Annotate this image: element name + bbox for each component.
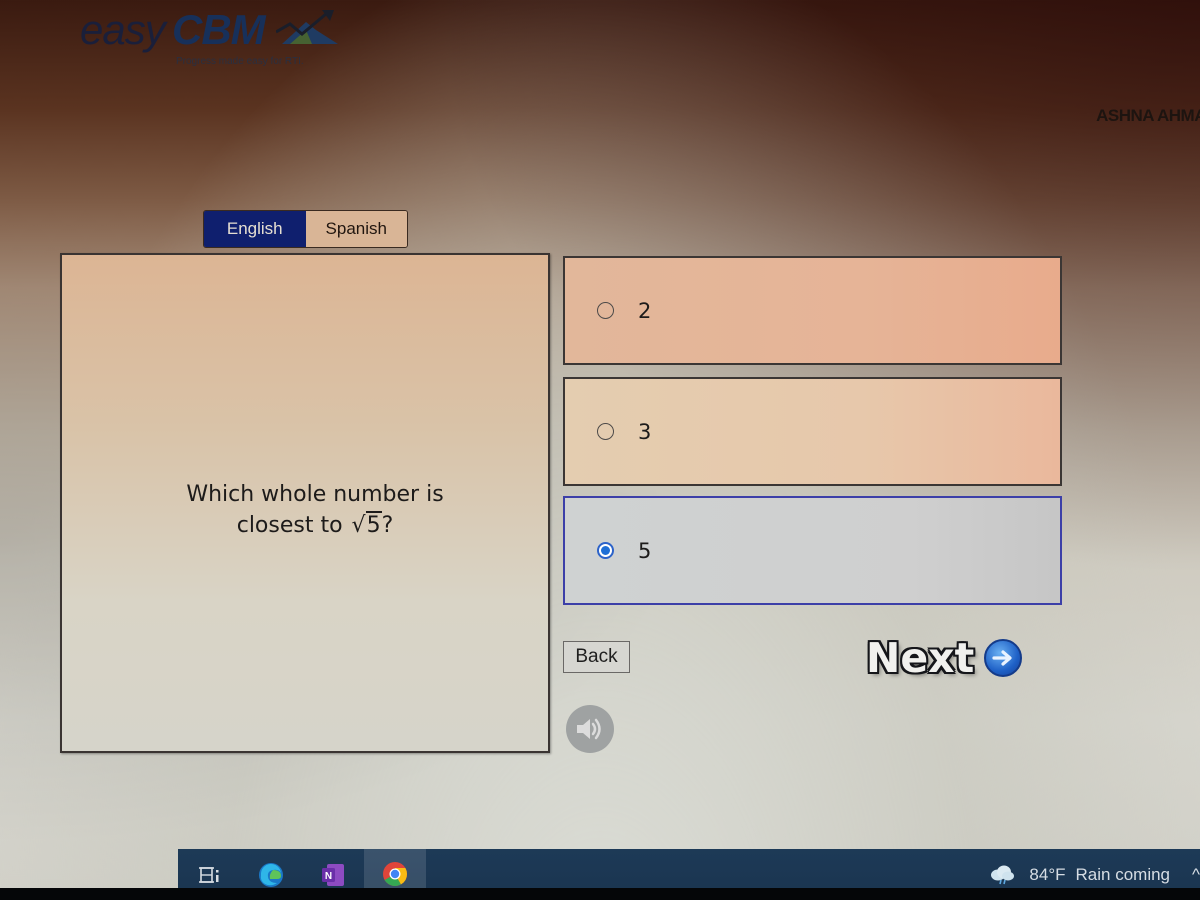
language-toggle: English Spanish xyxy=(203,210,408,248)
logo-tagline: Progress made easy for RTI. xyxy=(176,56,304,67)
rain-cloud-icon[interactable] xyxy=(989,864,1015,886)
next-label: Next xyxy=(866,634,975,682)
weather-condition[interactable]: Rain coming xyxy=(1076,865,1171,885)
spanish-button[interactable]: Spanish xyxy=(305,211,407,247)
logo-text-cbm: CBM xyxy=(172,6,266,53)
arrow-right-circle-icon xyxy=(984,639,1023,677)
radio-button-checked[interactable] xyxy=(597,542,614,559)
english-button[interactable]: English xyxy=(204,211,306,247)
radicand: 5 xyxy=(365,511,382,538)
chrome-icon xyxy=(383,861,407,886)
radical-symbol: √ xyxy=(351,513,366,538)
weather-temperature[interactable]: 84°F xyxy=(1029,865,1065,885)
question-text: Which whole number is closest to √5? xyxy=(186,479,444,541)
question-line-1: Which whole number is xyxy=(186,482,444,507)
speaker-icon xyxy=(577,718,601,740)
answer-choice-selected[interactable]: 5 xyxy=(563,496,1062,605)
question-mark: ? xyxy=(381,513,394,538)
radio-button[interactable] xyxy=(597,302,614,319)
show-hidden-icons-chevron-icon[interactable]: ^ xyxy=(1192,865,1200,885)
logo-text-easy: easy xyxy=(80,6,166,53)
back-button[interactable]: Back xyxy=(563,641,630,673)
square-root-expression: √5 xyxy=(350,510,382,541)
onenote-letter: N xyxy=(325,871,332,882)
answer-choice[interactable]: 3 xyxy=(563,377,1062,486)
onenote-icon: N xyxy=(322,863,344,886)
audio-play-button[interactable] xyxy=(566,705,614,753)
answer-label: 3 xyxy=(638,419,652,444)
answer-label: 2 xyxy=(638,298,652,323)
next-button[interactable]: Next xyxy=(866,634,1023,682)
screen-bezel xyxy=(0,888,1200,900)
answer-choice[interactable]: 2 xyxy=(563,256,1062,365)
task-view-icon xyxy=(199,866,219,883)
question-panel: Which whole number is closest to √5? xyxy=(60,253,550,753)
logo-mountain-arrow-icon xyxy=(276,10,338,44)
answer-label: 5 xyxy=(638,538,652,563)
question-line-2-prefix: closest to xyxy=(236,513,350,538)
user-name: ASHNA AHMA xyxy=(1096,106,1200,125)
radio-button[interactable] xyxy=(597,423,614,440)
edge-icon xyxy=(259,862,283,887)
easycbm-logo: easy CBM Progress made easy for RTI. xyxy=(80,6,360,70)
